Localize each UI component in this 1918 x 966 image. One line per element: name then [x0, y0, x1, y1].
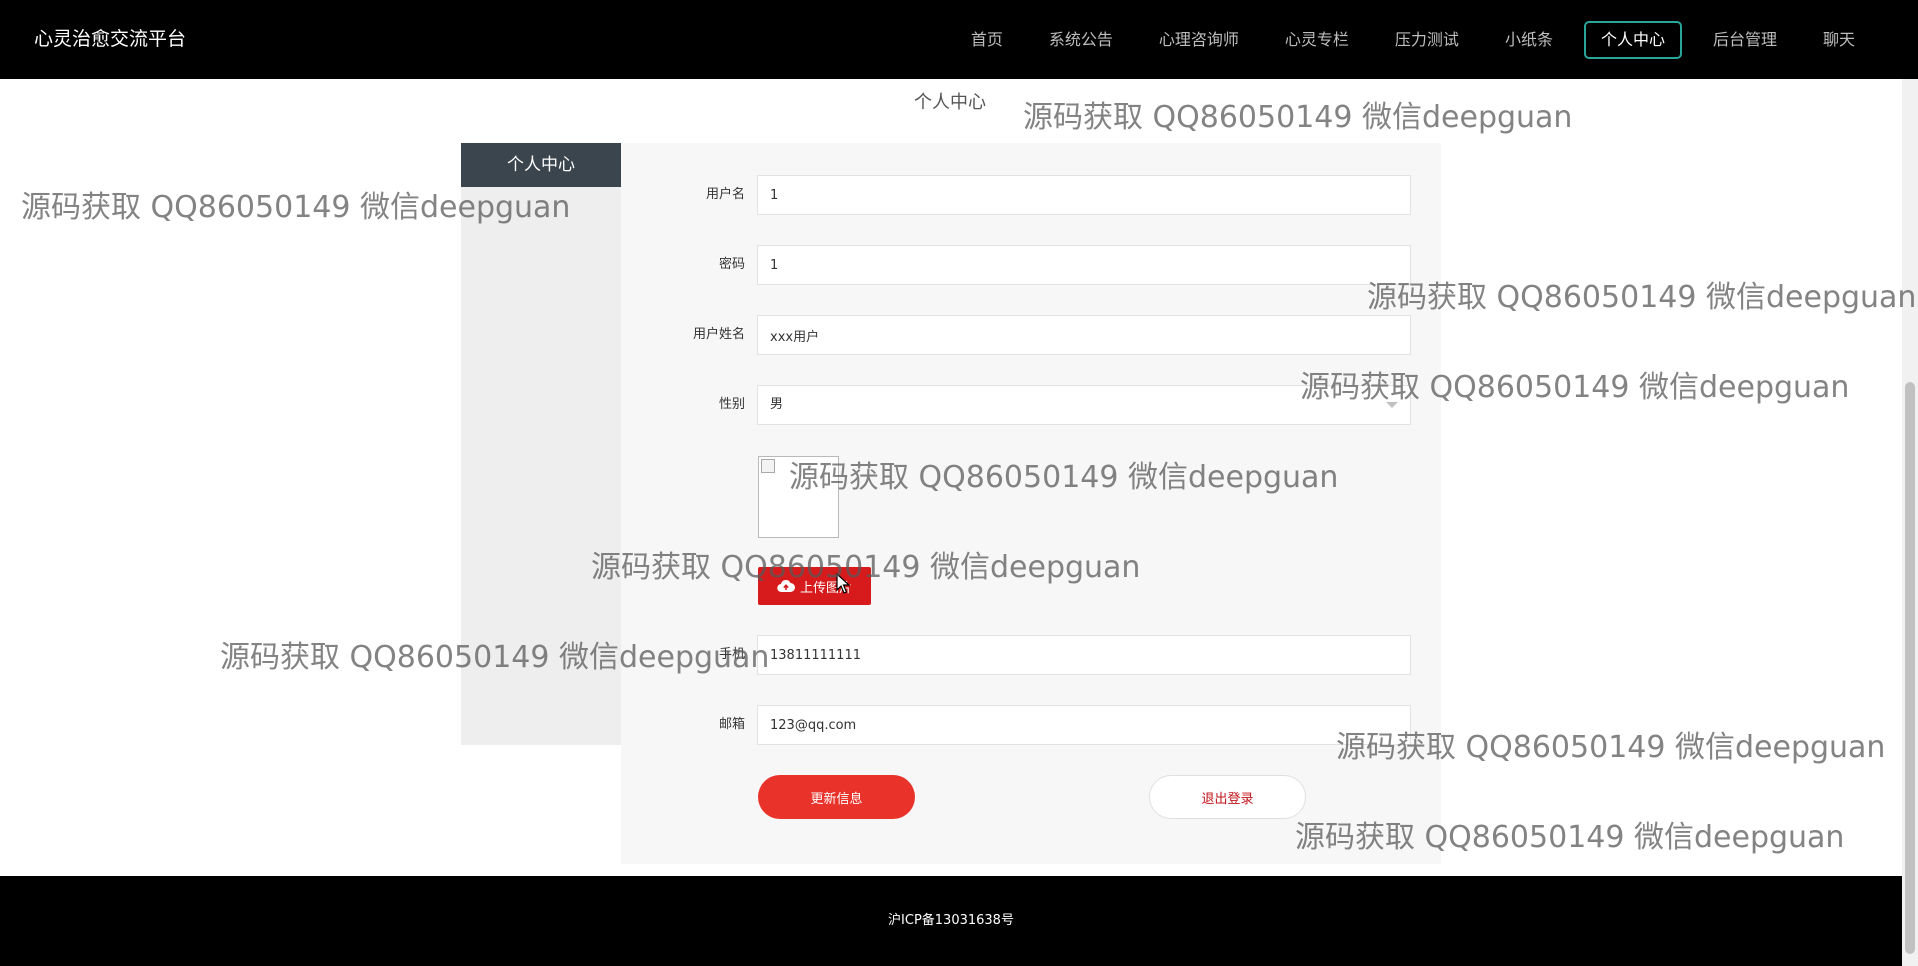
password-label: 密码 [718, 257, 745, 272]
nav-item-notes[interactable]: 小纸条 [1482, 21, 1576, 59]
email-row: 邮箱 [621, 705, 1441, 745]
upload-image-button[interactable]: 上传图片 [758, 567, 871, 605]
nav-item-home[interactable]: 首页 [948, 21, 1026, 59]
nav-item-chat[interactable]: 聊天 [1800, 21, 1878, 59]
fullname-row: 用户姓名 [621, 315, 1441, 355]
logout-button[interactable]: 退出登录 [1149, 775, 1306, 819]
gender-select[interactable]: 男 [757, 385, 1411, 425]
password-row: 密码 [621, 245, 1441, 285]
top-navbar: 心灵治愈交流平台 首页 系统公告 心理咨询师 心灵专栏 压力测试 小纸条 个人中… [0, 0, 1918, 79]
nav-item-announcements[interactable]: 系统公告 [1026, 21, 1136, 59]
nav-item-admin[interactable]: 后台管理 [1690, 21, 1800, 59]
fullname-input[interactable] [757, 315, 1411, 355]
nav-item-column[interactable]: 心灵专栏 [1262, 21, 1372, 59]
chevron-down-icon [1386, 402, 1398, 408]
site-brand[interactable]: 心灵治愈交流平台 [34, 0, 186, 79]
avatar-preview [758, 456, 839, 538]
sidebar-item-profile[interactable]: 个人中心 [461, 143, 621, 187]
update-info-button[interactable]: 更新信息 [758, 775, 915, 819]
footer: 沪ICP备13031638号 [0, 876, 1902, 966]
username-row: 用户名 [621, 175, 1441, 215]
phone-label: 手机 [718, 647, 745, 662]
gender-selected-value: 男 [770, 397, 784, 412]
main-nav: 首页 系统公告 心理咨询师 心灵专栏 压力测试 小纸条 个人中心 后台管理 聊天 [948, 0, 1878, 79]
page-scrollbar[interactable] [1902, 79, 1918, 966]
mouse-cursor-icon [836, 573, 851, 594]
phone-input[interactable] [757, 635, 1411, 675]
profile-form: 用户名 密码 用户姓名 性别 男 上传图片 手机 邮箱 更新信息 退出登录 [621, 143, 1441, 864]
broken-image-icon [761, 459, 775, 473]
email-input[interactable] [757, 705, 1411, 745]
nav-item-profile[interactable]: 个人中心 [1583, 20, 1682, 59]
cloud-upload-icon [777, 579, 795, 593]
nav-item-counselors[interactable]: 心理咨询师 [1136, 21, 1262, 59]
icp-record: 沪ICP备13031638号 [888, 913, 1014, 928]
nav-item-stress-test[interactable]: 压力测试 [1372, 21, 1482, 59]
password-input[interactable] [757, 245, 1411, 285]
page-title: 个人中心 [914, 92, 986, 113]
watermark: 源码获取 QQ86050149 微信deepguan [1023, 100, 1573, 135]
scrollbar-thumb[interactable] [1905, 382, 1915, 954]
phone-row: 手机 [621, 635, 1441, 675]
sidebar: 个人中心 [461, 143, 621, 745]
username-input[interactable] [757, 175, 1411, 215]
gender-label: 性别 [718, 397, 745, 412]
watermark: 源码获取 QQ86050149 微信deepguan [1367, 280, 1917, 315]
email-label: 邮箱 [718, 717, 745, 732]
username-label: 用户名 [705, 187, 745, 202]
fullname-label: 用户姓名 [692, 327, 745, 342]
gender-row: 性别 男 [621, 385, 1441, 425]
